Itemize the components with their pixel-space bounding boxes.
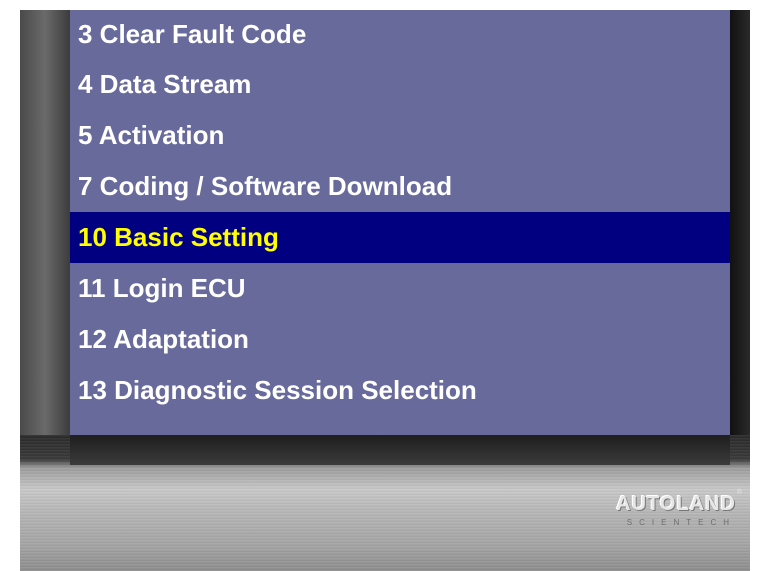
brand-tagline: SCIENTECH [626,518,736,527]
screen-lower-edge [70,435,730,465]
brand-logo: AUTOLAND ® SCIENTECH [576,489,742,527]
registered-mark: ® [736,489,742,496]
menu-item-adaptation[interactable]: 12 Adaptation [70,314,730,365]
function-menu: 3 Clear Fault Code 4 Data Stream 5 Activ… [70,1,730,416]
menu-item-basic-setting[interactable]: 10 Basic Setting [70,212,730,263]
left-bezel [20,10,70,435]
menu-item-coding-software-download[interactable]: 7 Coding / Software Download [70,161,730,212]
right-bezel [730,10,750,435]
menu-item-login-ecu[interactable]: 11 Login ECU [70,263,730,314]
menu-item-data-stream[interactable]: 4 Data Stream [70,59,730,110]
menu-item-clear-fault-code[interactable]: 3 Clear Fault Code [70,1,730,59]
device-chin: AUTOLAND ® SCIENTECH [20,435,750,571]
menu-item-diagnostic-session-selection[interactable]: 13 Diagnostic Session Selection [70,365,730,416]
diagnostic-screen: 3 Clear Fault Code 4 Data Stream 5 Activ… [70,10,730,435]
menu-item-activation[interactable]: 5 Activation [70,110,730,161]
brand-name: AUTOLAND [616,493,736,515]
